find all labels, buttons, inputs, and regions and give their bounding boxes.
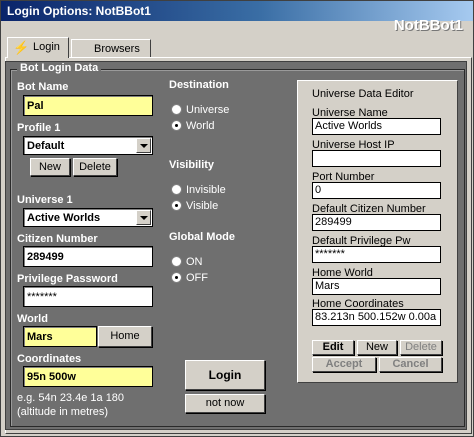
chevron-down-icon[interactable] — [136, 138, 151, 153]
privilege-password-input[interactable]: ******* — [23, 286, 153, 307]
profile-value: Default — [27, 140, 65, 152]
accept-button[interactable]: Accept — [312, 357, 376, 372]
not-now-button[interactable]: not now — [185, 394, 265, 413]
radio-on-icon — [171, 272, 182, 283]
radio-on-icon — [171, 200, 182, 211]
visibility-visible-radio[interactable]: Visible — [171, 200, 218, 212]
radio-on-icon — [171, 120, 182, 131]
home-world-input[interactable]: Mars — [312, 278, 441, 295]
global-mode-on-radio[interactable]: ON — [171, 256, 203, 268]
radio-off-icon — [171, 104, 182, 115]
editor-title: Universe Data Editor — [312, 88, 414, 100]
radio-off-icon — [171, 184, 182, 195]
privilege-password-label: Privilege Password — [17, 273, 118, 285]
profile-select[interactable]: Default — [23, 136, 153, 155]
citizen-number-input[interactable]: 289499 — [23, 246, 153, 267]
bot-name-label: Bot Name — [17, 81, 69, 93]
citizen-number-label: Citizen Number — [17, 233, 98, 245]
port-number-input[interactable]: 0 — [312, 182, 441, 199]
visibility-invisible-radio[interactable]: Invisible — [171, 184, 226, 196]
coordinates-hint-line2: (altitude in metres) — [17, 406, 109, 418]
world-label: World — [17, 313, 48, 325]
tab-login-label: Login — [33, 41, 60, 53]
brand-label: NotBBot1 — [393, 17, 463, 34]
host-ip-input[interactable] — [312, 150, 441, 167]
radio-off-icon — [171, 256, 182, 267]
login-button[interactable]: Login — [185, 360, 265, 390]
delete-profile-button[interactable]: Delete — [73, 158, 117, 176]
coordinates-input[interactable]: 95n 500w — [23, 366, 153, 387]
coordinates-label: Coordinates — [17, 353, 82, 365]
radio-label: Universe — [186, 104, 230, 116]
destination-universe-radio[interactable]: Universe — [171, 104, 229, 116]
coordinates-hint-line1: e.g. 54n 23.4e 1a 180 — [17, 392, 125, 404]
destination-world-radio[interactable]: World — [171, 120, 215, 132]
universe-value: Active Worlds — [27, 212, 101, 224]
tab-login[interactable]: ⚡ Login — [7, 37, 69, 58]
chevron-down-icon[interactable] — [136, 210, 151, 225]
universe-label: Universe 1 — [17, 194, 73, 206]
global-mode-off-radio[interactable]: OFF — [171, 272, 208, 284]
universe-select[interactable]: Active Worlds — [23, 208, 153, 227]
delete-universe-button[interactable]: Delete — [400, 340, 442, 355]
bot-name-input[interactable]: Pal — [23, 95, 153, 116]
world-input[interactable]: Mars — [23, 326, 97, 347]
cancel-button[interactable]: Cancel — [379, 357, 442, 372]
group-title: Bot Login Data — [17, 62, 102, 74]
global-mode-label: Global Mode — [169, 231, 235, 243]
radio-label: World — [186, 120, 215, 132]
new-universe-button[interactable]: New — [357, 340, 397, 355]
universe-name-input[interactable]: Active Worlds — [312, 118, 441, 135]
home-button[interactable]: Home — [98, 326, 152, 347]
new-profile-button[interactable]: New — [30, 158, 70, 176]
tab-browsers-label: Browsers — [94, 43, 140, 55]
window-title: Login Options: NotBBot1 — [7, 4, 151, 18]
visibility-label: Visibility — [169, 159, 215, 171]
radio-label: ON — [186, 256, 203, 268]
profile-label: Profile 1 — [17, 122, 61, 134]
radio-label: OFF — [186, 272, 208, 284]
login-options-window: Login Options: NotBBot1 NotBBot1 ⚡ Login… — [0, 0, 474, 437]
lightning-icon: ⚡ — [13, 40, 30, 55]
home-coordinates-input[interactable]: 83.213n 500.152w 0.00a 1 — [312, 309, 441, 326]
destination-label: Destination — [169, 79, 229, 91]
default-privilege-input[interactable]: ******* — [312, 246, 441, 263]
default-citizen-input[interactable]: 289499 — [312, 214, 441, 231]
radio-label: Invisible — [186, 184, 226, 196]
edit-button[interactable]: Edit — [312, 340, 354, 355]
tab-browsers[interactable]: Browsers — [71, 39, 151, 58]
radio-label: Visible — [186, 200, 219, 212]
